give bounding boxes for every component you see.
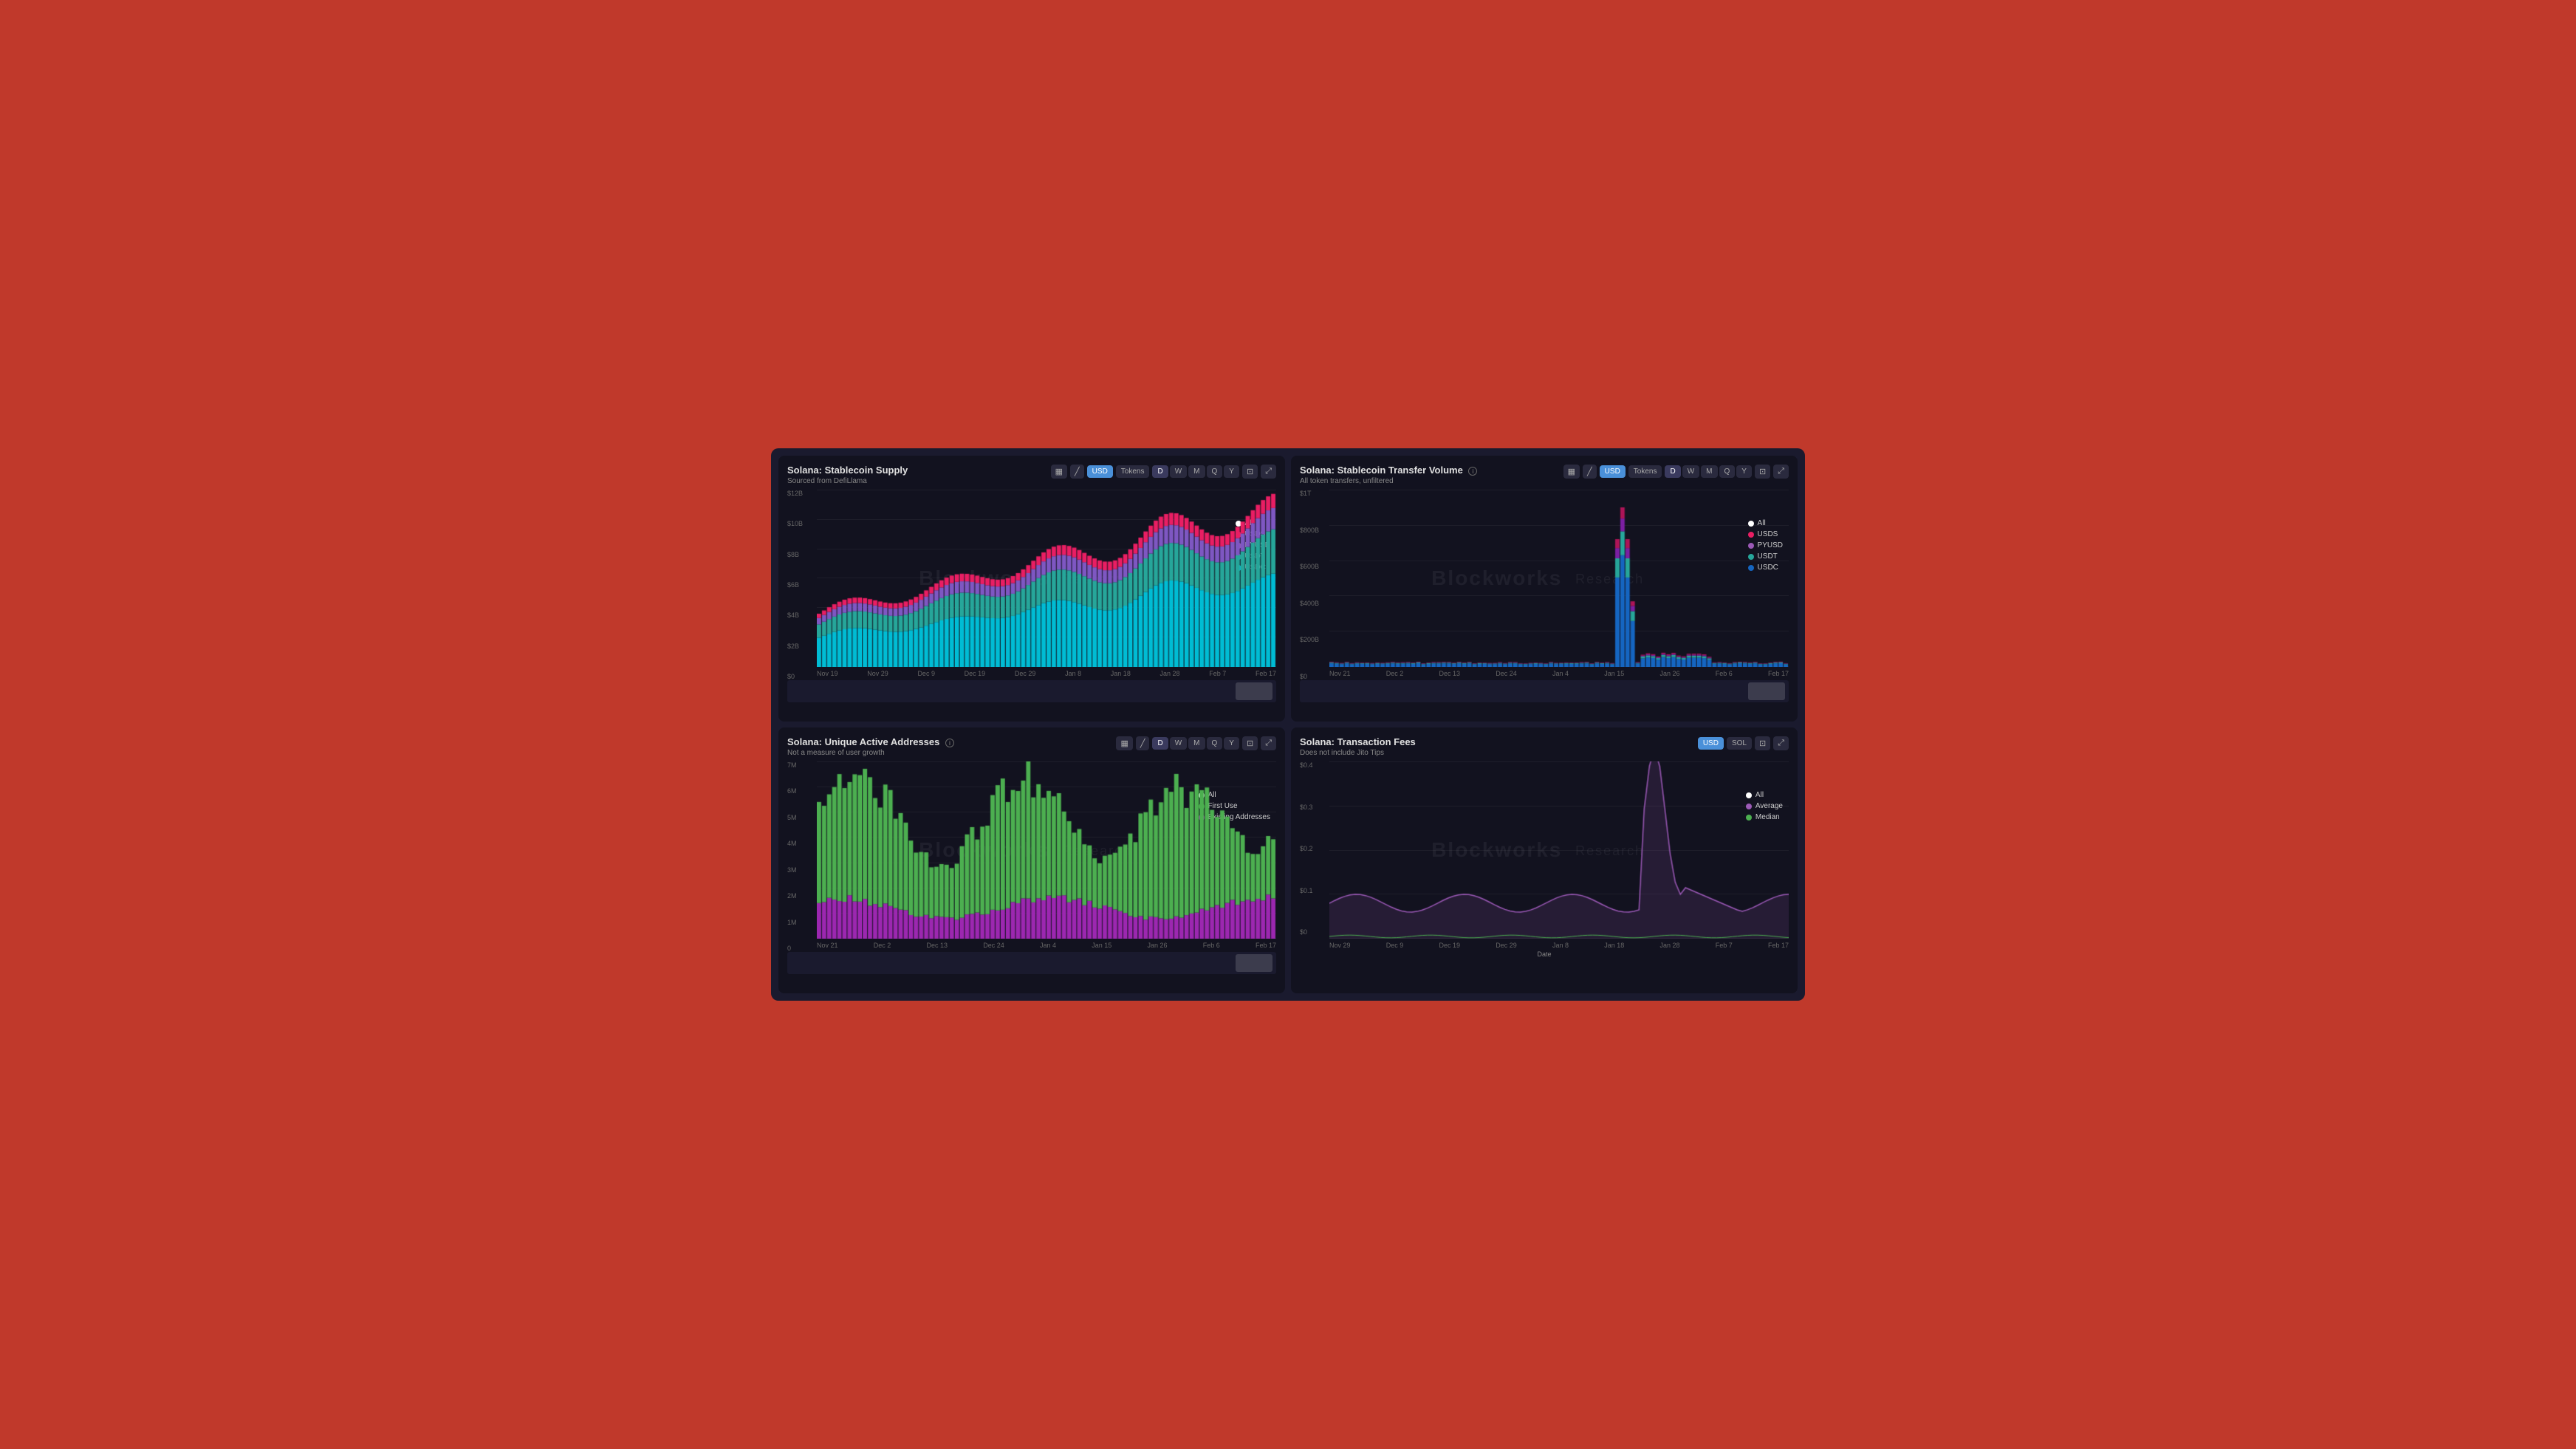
y-axis-1: $12B $10B $8B $6B $4B $2B $0	[787, 490, 815, 680]
time-q-btn-1[interactable]: Q	[1207, 465, 1223, 478]
chart-area-2: All USDS PYUSD USDT USDC	[1300, 490, 1789, 702]
time-controls-2: D W M Q Y	[1665, 465, 1751, 478]
share-icon-3[interactable]: ⊡	[1242, 736, 1258, 750]
x-label-4: Date	[1300, 950, 1789, 958]
panel-controls-1: ▦ ╱ USD Tokens D W M Q Y ⊡ ⤢	[1051, 465, 1276, 479]
panel-title-2: Solana: Stablecoin Transfer Volume i	[1300, 465, 1477, 476]
panel-title-1: Solana: Stablecoin Supply	[787, 465, 908, 476]
info-icon-2[interactable]: i	[1468, 467, 1477, 476]
time-m-btn-3[interactable]: M	[1188, 737, 1205, 750]
line-chart-icon-2[interactable]: ╱	[1583, 465, 1597, 479]
x-axis-3: Nov 21 Dec 2 Dec 13 Dec 24 Jan 4 Jan 15 …	[787, 942, 1276, 949]
time-q-btn-3[interactable]: Q	[1207, 737, 1223, 750]
y-axis-3: 7M 6M 5M 4M 3M 2M 1M 0	[787, 761, 814, 952]
time-m-btn-1[interactable]: M	[1188, 465, 1205, 478]
bars-wrapper-3: Blockworks Research	[817, 761, 1276, 939]
panel-subtitle-4: Does not include Jito Tips	[1300, 749, 1416, 757]
fees-canvas	[1329, 761, 1789, 939]
panel-subtitle-3: Not a measure of user growth	[787, 749, 954, 757]
y-axis-4: $0.4 $0.3 $0.2 $0.1 $0	[1300, 761, 1326, 936]
time-w-btn-1[interactable]: W	[1170, 465, 1187, 478]
time-controls-1: D W M Q Y	[1152, 465, 1239, 478]
chart-area-1: All USDS PYUSD USDT USDC	[787, 490, 1276, 702]
tokens-btn-2[interactable]: Tokens	[1628, 465, 1662, 478]
bar-chart-icon-1[interactable]: ▦	[1051, 465, 1067, 479]
minimap-1[interactable]	[787, 680, 1276, 702]
share-icon-1[interactable]: ⊡	[1242, 465, 1258, 479]
minimap-handle-1[interactable]	[1236, 682, 1272, 700]
transaction-fees-panel: Solana: Transaction Fees Does not includ…	[1291, 727, 1798, 993]
y-0: $0	[787, 673, 815, 680]
time-controls-3: D W M Q Y	[1152, 737, 1239, 750]
share-icon-2[interactable]: ⊡	[1755, 465, 1770, 479]
panel-subtitle-2: All token transfers, unfiltered	[1300, 477, 1477, 485]
bar-chart-icon-2[interactable]: ▦	[1563, 465, 1580, 479]
x-axis-1: Nov 19 Nov 29 Dec 9 Dec 19 Dec 29 Jan 8 …	[787, 670, 1276, 677]
title-group-2: Solana: Stablecoin Transfer Volume i All…	[1300, 465, 1477, 485]
expand-icon-4[interactable]: ⤢	[1773, 736, 1789, 750]
panel-header-2: Solana: Stablecoin Transfer Volume i All…	[1300, 465, 1789, 485]
bars-wrapper-2: Blockworks Research	[1329, 490, 1789, 667]
minimap-handle-3[interactable]	[1236, 954, 1272, 972]
minimap-3[interactable]	[787, 952, 1276, 974]
chart-area-3: All First Use Existing Addresses 7M 6M 5…	[787, 761, 1276, 974]
panel-controls-4: USD SOL ⊡ ⤢	[1698, 736, 1789, 750]
title-group-3: Solana: Unique Active Addresses i Not a …	[787, 736, 954, 757]
dashboard: Solana: Stablecoin Supply Sourced from D…	[771, 448, 1805, 1001]
info-icon-3[interactable]: i	[945, 739, 954, 747]
share-icon-4[interactable]: ⊡	[1755, 736, 1770, 750]
y-4b: $4B	[787, 612, 815, 619]
line-chart-icon-1[interactable]: ╱	[1070, 465, 1084, 479]
time-q-btn-2[interactable]: Q	[1719, 465, 1736, 478]
y-10b: $10B	[787, 520, 815, 527]
panel-title-4: Solana: Transaction Fees	[1300, 736, 1416, 747]
y-8b: $8B	[787, 551, 815, 558]
bar-chart-icon-3[interactable]: ▦	[1116, 736, 1132, 750]
panel-header-4: Solana: Transaction Fees Does not includ…	[1300, 736, 1789, 757]
time-d-btn-3[interactable]: D	[1152, 737, 1168, 750]
minimap-2[interactable]	[1300, 680, 1789, 702]
addresses-canvas	[817, 761, 1276, 939]
title-group-4: Solana: Transaction Fees Does not includ…	[1300, 736, 1416, 757]
bars-wrapper-1: Blockworks Research	[817, 490, 1276, 667]
usd-btn-2[interactable]: USD	[1600, 465, 1626, 478]
y-12b: $12B	[787, 490, 815, 497]
usd-btn-1[interactable]: USD	[1087, 465, 1113, 478]
expand-icon-2[interactable]: ⤢	[1773, 465, 1789, 479]
time-y-btn-3[interactable]: Y	[1224, 737, 1239, 750]
panel-controls-2: ▦ ╱ USD Tokens D W M Q Y ⊡ ⤢	[1563, 465, 1789, 479]
stablecoin-transfer-panel: Solana: Stablecoin Transfer Volume i All…	[1291, 456, 1798, 722]
time-d-btn-2[interactable]: D	[1665, 465, 1680, 478]
line-wrapper-4: Blockworks Research	[1329, 761, 1789, 939]
time-m-btn-2[interactable]: M	[1701, 465, 1717, 478]
time-w-btn-3[interactable]: W	[1170, 737, 1187, 750]
line-chart-icon-3[interactable]: ╱	[1136, 736, 1150, 750]
supply-canvas	[817, 490, 1276, 667]
panel-header-3: Solana: Unique Active Addresses i Not a …	[787, 736, 1276, 757]
transfer-canvas	[1329, 490, 1789, 667]
panel-controls-3: ▦ ╱ D W M Q Y ⊡ ⤢	[1116, 736, 1276, 750]
minimap-handle-2[interactable]	[1748, 682, 1785, 700]
sol-btn-4[interactable]: SOL	[1727, 737, 1752, 750]
time-y-btn-1[interactable]: Y	[1224, 465, 1239, 478]
y-axis-2: $1T $800B $600B $400B $200B $0	[1300, 490, 1328, 680]
panel-subtitle-1: Sourced from DefiLlama	[787, 477, 908, 485]
unique-addresses-panel: Solana: Unique Active Addresses i Not a …	[778, 727, 1285, 993]
title-group-1: Solana: Stablecoin Supply Sourced from D…	[787, 465, 908, 485]
expand-icon-3[interactable]: ⤢	[1261, 736, 1276, 750]
y-2b: $2B	[787, 643, 815, 650]
expand-icon-1[interactable]: ⤢	[1261, 465, 1276, 479]
x-axis-2: Nov 21 Dec 2 Dec 13 Dec 24 Jan 4 Jan 15 …	[1300, 670, 1789, 677]
time-w-btn-2[interactable]: W	[1682, 465, 1699, 478]
tokens-btn-1[interactable]: Tokens	[1116, 465, 1150, 478]
chart-area-4: All Average Median $0.4 $0.3 $0.2 $0.1 $…	[1300, 761, 1789, 958]
panel-title-3: Solana: Unique Active Addresses i	[787, 736, 954, 747]
usd-btn-4[interactable]: USD	[1698, 737, 1724, 750]
panel-header-1: Solana: Stablecoin Supply Sourced from D…	[787, 465, 1276, 485]
time-d-btn-1[interactable]: D	[1152, 465, 1168, 478]
time-y-btn-2[interactable]: Y	[1736, 465, 1752, 478]
x-axis-4: Nov 29 Dec 9 Dec 19 Dec 29 Jan 8 Jan 18 …	[1300, 942, 1789, 949]
stablecoin-supply-panel: Solana: Stablecoin Supply Sourced from D…	[778, 456, 1285, 722]
y-6b: $6B	[787, 581, 815, 589]
